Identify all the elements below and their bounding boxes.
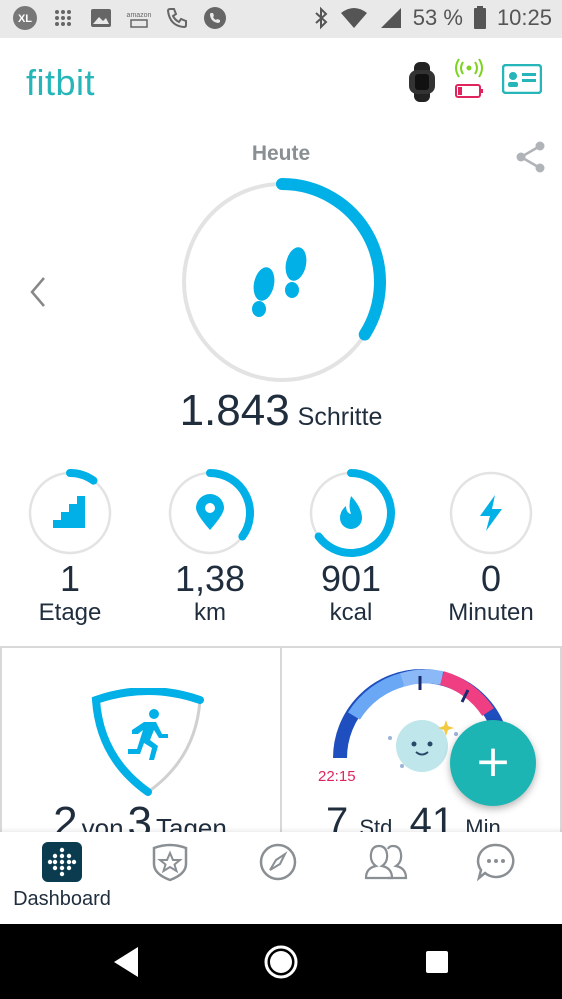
stats-row: 1 Etage 1,38 km 901 kcal 0 Minuten [0,468,562,638]
back-icon[interactable] [110,945,140,979]
steps-summary[interactable]: 1.843 Schritte [0,386,562,436]
floors-value: 1 [59,558,81,599]
share-icon[interactable] [514,140,548,174]
add-button[interactable]: + [450,720,536,806]
nav-community[interactable] [330,842,442,882]
floors-ring [28,469,112,555]
recents-icon[interactable] [424,949,450,975]
footprints-icon [252,247,307,317]
floors-unit: Etage [38,599,102,626]
bluetooth-icon [315,6,328,30]
amazon-icon: amazon [127,12,152,28]
nav-dashboard-label: Dashboard [13,888,111,910]
profile-card-icon[interactable] [502,64,542,94]
battery-percent: 53 % [412,5,463,30]
running-person-icon [128,709,168,760]
xl-icon: XL [13,6,37,30]
distance-unit: km [194,599,226,626]
location-pin-icon [196,494,224,530]
sleep-start-time: 22:15 [318,768,356,785]
active-minutes-unit: Minuten [448,599,534,626]
sync-icon[interactable] [452,58,486,104]
system-indicators: 53 % 10:25 [313,5,552,31]
floors-tile[interactable]: 1 Etage [0,468,140,628]
exercise-goal-card[interactable]: 2 von3 Tagen [0,646,282,846]
phone-call-icon [166,8,187,29]
calories-tile[interactable]: 901 kcal [281,468,421,628]
app-header: fitbit [0,38,562,124]
dashboard-main: Heute 1.843 Schritte 1 Etage 1,38 km 901… [0,124,562,846]
exercise-shield [91,688,204,796]
challenges-icon [152,843,188,882]
steps-unit: Schritte [297,403,383,431]
active-minutes-value: 0 [480,558,502,599]
calories-unit: kcal [329,599,373,626]
floors-progress-arc [66,469,98,485]
calories-value: 901 [320,558,382,599]
signal-icon [380,8,401,28]
clock: 10:25 [496,5,552,30]
previous-day-chevron-icon[interactable] [26,274,50,310]
bottom-navigation: Dashboard [0,832,562,924]
svg-text:amazon: amazon [127,12,152,19]
day-title: Heute [251,142,311,165]
stairs-icon [53,496,85,528]
fitbit-logo: fitbit [26,62,96,103]
nav-challenges[interactable] [114,842,226,882]
dashboard-icon [42,842,82,882]
active-minutes-tile[interactable]: 0 Minuten [421,468,561,628]
distance-value: 1,38 [174,558,246,599]
distance-tile[interactable]: 1,38 km [140,468,280,628]
whatsapp-icon [204,7,226,29]
battery-icon [473,6,486,29]
steps-ring[interactable] [176,176,388,388]
notification-icons: XL amazon [12,5,228,31]
home-icon[interactable] [263,944,299,980]
wifi-icon [340,8,367,28]
flame-icon [340,496,362,529]
svg-text:XL: XL [18,13,32,25]
active-minutes-ring [449,471,533,555]
nav-discover[interactable] [222,842,334,882]
chat-icon [476,843,515,882]
nav-messages[interactable] [440,842,552,882]
lightning-icon [480,495,502,531]
steps-value: 1.843 [179,386,290,435]
status-bar: XL amazon 53 % 10:25 [0,0,562,38]
distance-ring [168,469,254,555]
image-icon [91,9,111,27]
system-navigation-bar [0,924,562,999]
grid-icon [55,10,71,26]
discover-compass-icon [259,843,297,881]
nav-dashboard[interactable]: Dashboard [6,842,118,911]
tracker-device-icon[interactable] [406,62,438,102]
calories-ring [309,469,395,557]
community-icon [364,844,408,880]
